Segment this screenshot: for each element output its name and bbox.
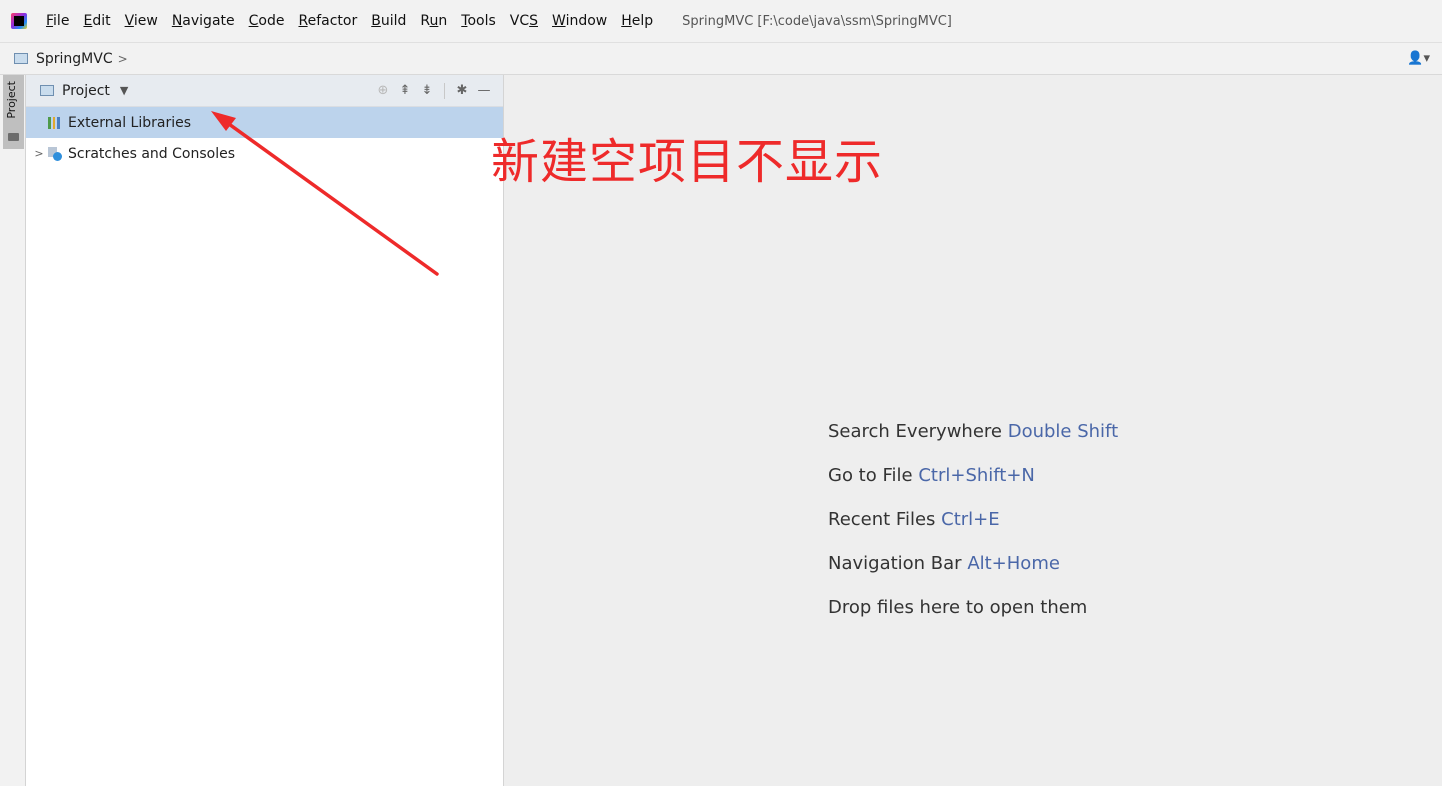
shortcut-label: Alt+Home	[967, 553, 1060, 574]
intellij-logo-icon	[11, 13, 27, 29]
menu-navigate[interactable]: Navigate	[165, 0, 242, 42]
hint-recent-files: Recent Files Ctrl+E	[828, 509, 1000, 530]
hint-navigation-bar: Navigation Bar Alt+Home	[828, 553, 1060, 574]
expand-all-icon[interactable]: ⇞	[394, 83, 416, 98]
menu-edit[interactable]: Edit	[76, 0, 117, 42]
menu-tools[interactable]: Tools	[454, 0, 503, 42]
menu-bar: File Edit View Navigate Code Refactor Bu…	[0, 0, 1442, 43]
project-tool-tab[interactable]: Project	[3, 75, 24, 149]
project-panel-header: Project ▼ ⊕ ⇞ ⇟ ✱ —	[26, 75, 503, 107]
menu-window[interactable]: Window	[545, 0, 614, 42]
project-panel: Project ▼ ⊕ ⇞ ⇟ ✱ — External Libraries >…	[26, 75, 504, 786]
menu-build[interactable]: Build	[364, 0, 413, 42]
library-icon	[48, 116, 61, 129]
navigation-bar: SpringMVC > 👤▾	[0, 43, 1442, 75]
tree-item-label: External Libraries	[68, 114, 191, 131]
shortcut-label: Ctrl+E	[941, 509, 1000, 530]
shortcut-label: Ctrl+Shift+N	[918, 465, 1035, 486]
module-icon	[14, 53, 28, 64]
hint-drop-files: Drop files here to open them	[828, 597, 1088, 618]
user-icon[interactable]: 👤▾	[1407, 51, 1430, 66]
menu-code[interactable]: Code	[242, 0, 292, 42]
hint-search-everywhere: Search Everywhere Double Shift	[828, 421, 1119, 442]
window-title: SpringMVC [F:\code\java\ssm\SpringMVC]	[682, 13, 952, 29]
folder-icon	[8, 133, 19, 141]
project-tool-tab-label: Project	[5, 81, 18, 119]
menu-refactor[interactable]: Refactor	[291, 0, 364, 42]
dropdown-caret-icon[interactable]: ▼	[120, 84, 128, 97]
tree-item-external-libraries[interactable]: External Libraries	[26, 107, 503, 138]
menu-view[interactable]: View	[118, 0, 165, 42]
project-tree: External Libraries > Scratches and Conso…	[26, 107, 503, 169]
hint-go-to-file: Go to File Ctrl+Shift+N	[828, 465, 1035, 486]
breadcrumb-project[interactable]: SpringMVC	[36, 51, 113, 67]
toolbar-divider	[444, 82, 445, 99]
editor-empty-hints: Search Everywhere Double Shift Go to Fil…	[828, 420, 1118, 640]
left-tool-strip: Project	[0, 75, 26, 786]
locate-file-icon[interactable]: ⊕	[372, 83, 394, 98]
menu-help[interactable]: Help	[614, 0, 660, 42]
collapse-all-icon[interactable]: ⇟	[416, 83, 438, 98]
tree-item-label: Scratches and Consoles	[68, 145, 235, 162]
gear-icon[interactable]: ✱	[451, 83, 473, 98]
menu-vcs[interactable]: VCS	[503, 0, 545, 42]
scratches-icon	[48, 146, 62, 161]
project-view-icon	[40, 85, 54, 96]
expand-arrow-icon[interactable]: >	[30, 147, 48, 160]
menu-file[interactable]: File	[39, 0, 76, 42]
annotation-label: 新建空项目不显示	[491, 134, 884, 190]
tree-item-scratches-and-consoles[interactable]: > Scratches and Consoles	[26, 138, 503, 169]
hide-panel-icon[interactable]: —	[473, 83, 495, 98]
project-panel-toolbar: ⊕ ⇞ ⇟ ✱ —	[372, 82, 503, 99]
menu-run[interactable]: Run	[413, 0, 454, 42]
shortcut-label: Double Shift	[1007, 421, 1119, 442]
chevron-right-icon: >	[117, 51, 128, 66]
project-view-selector[interactable]: Project	[62, 83, 110, 99]
